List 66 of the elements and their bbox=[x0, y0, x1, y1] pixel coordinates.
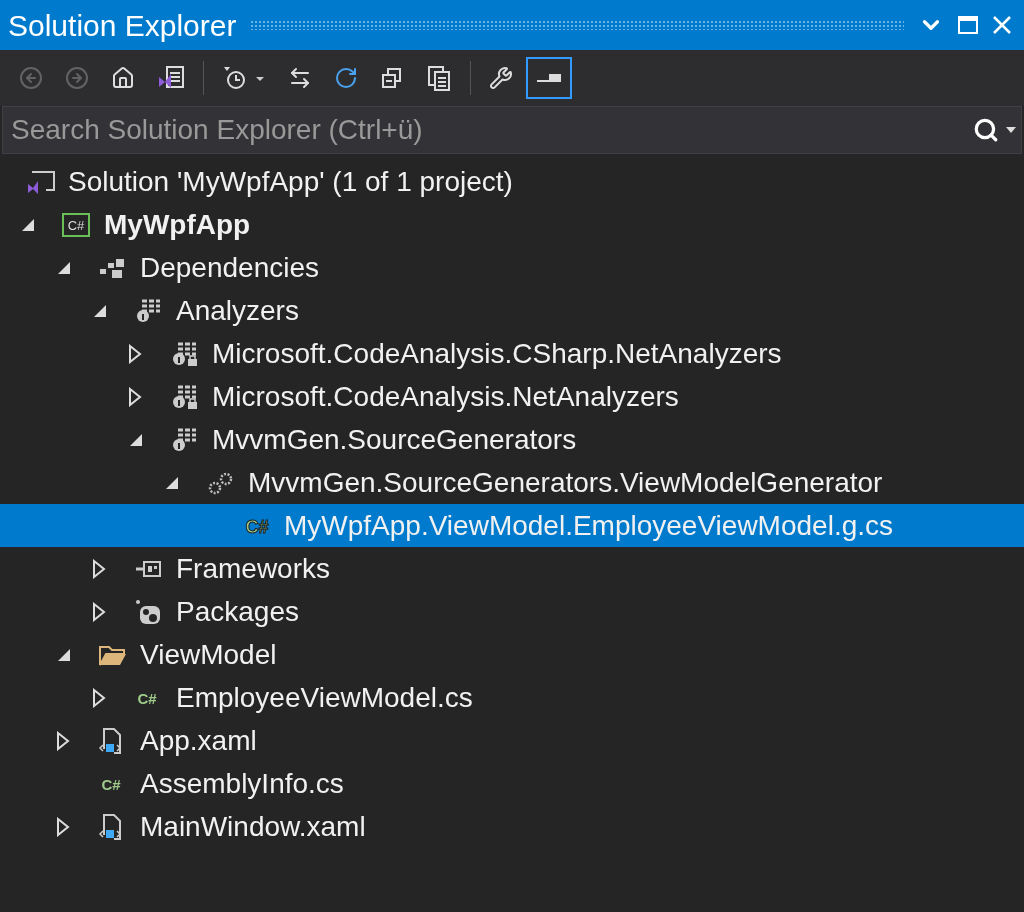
collapsed-arrow-icon[interactable] bbox=[92, 687, 106, 708]
tree-item[interactable]: Packages bbox=[0, 590, 1024, 633]
csharp-file-icon: C# bbox=[242, 513, 272, 538]
collapsed-arrow-icon[interactable] bbox=[56, 730, 70, 751]
tree-item-label: AssemblyInfo.cs bbox=[140, 766, 344, 801]
forward-icon bbox=[65, 66, 89, 90]
back-icon bbox=[19, 66, 43, 90]
tree-item-label: MvvmGen.SourceGenerators.ViewModelGenerator bbox=[248, 465, 883, 500]
tree-item-label: App.xaml bbox=[140, 723, 257, 758]
refresh-icon bbox=[334, 66, 358, 90]
tree-item[interactable]: MvvmGen.SourceGenerators.ViewModelGenerator bbox=[0, 461, 1024, 504]
toolbar-button[interactable] bbox=[526, 57, 572, 99]
tree-item[interactable]: C# AssemblyInfo.cs bbox=[0, 762, 1024, 805]
tree-item-label: Analyzers bbox=[176, 293, 299, 328]
tree-item[interactable]: MainWindow.xaml bbox=[0, 805, 1024, 848]
tree-item-label: Solution 'MyWpfApp' (1 of 1 project) bbox=[68, 164, 513, 199]
tree-item-label: Microsoft.CodeAnalysis.CSharp.NetAnalyzers bbox=[212, 336, 782, 371]
tree-item[interactable]: Microsoft.CodeAnalysis.CSharp.NetAnalyzers bbox=[0, 332, 1024, 375]
wrench-icon bbox=[489, 66, 513, 90]
tree-item-label: MvvmGen.SourceGenerators bbox=[212, 422, 577, 457]
caret-icon[interactable] bbox=[1005, 126, 1017, 134]
tree-item-label: Dependencies bbox=[140, 250, 320, 285]
tree-item[interactable]: Microsoft.CodeAnalysis.NetAnalyzers bbox=[0, 375, 1024, 418]
tree-item[interactable]: C# MyWpfApp.ViewModel.EmployeeViewModel.g.cs bbox=[0, 504, 1024, 547]
search-icon[interactable] bbox=[973, 117, 999, 143]
tree-item[interactable]: App.xaml bbox=[0, 719, 1024, 762]
window-title: Solution Explorer bbox=[8, 7, 237, 44]
collapsed-arrow-icon[interactable] bbox=[92, 558, 106, 579]
tree-item-label: EmployeeViewModel.cs bbox=[176, 680, 473, 715]
home-icon bbox=[111, 66, 135, 90]
tree-item[interactable]: C# EmployeeViewModel.cs bbox=[0, 676, 1024, 719]
clock-filter-icon bbox=[222, 65, 266, 91]
xaml-file-icon bbox=[98, 726, 124, 755]
collapse-all-icon bbox=[380, 66, 404, 90]
sync-icon bbox=[288, 66, 312, 90]
visual-studio-window-icon bbox=[157, 65, 185, 91]
tree-item-label: MainWindow.xaml bbox=[140, 809, 366, 844]
tree-item-label: Frameworks bbox=[176, 551, 330, 586]
collapsed-arrow-icon[interactable] bbox=[128, 343, 142, 364]
tree-item-label: ViewModel bbox=[140, 637, 277, 672]
analyzer-lock-icon bbox=[170, 340, 200, 367]
tree-item[interactable]: MvvmGen.SourceGenerators bbox=[0, 418, 1024, 461]
preview-icon bbox=[535, 71, 563, 85]
tree-item[interactable]: Frameworks bbox=[0, 547, 1024, 590]
csharp-file-icon: C# bbox=[98, 773, 124, 794]
tree-item-label: MyWpfApp bbox=[104, 207, 251, 242]
tree-item-label: Microsoft.CodeAnalysis.NetAnalyzers bbox=[212, 379, 679, 414]
close-icon[interactable] bbox=[992, 15, 1012, 35]
collapsed-arrow-icon[interactable] bbox=[92, 601, 106, 622]
tree-item-label: Packages bbox=[176, 594, 299, 629]
copy-files-icon bbox=[426, 64, 452, 92]
tree-item[interactable]: C# MyWpfApp bbox=[0, 203, 1024, 246]
collapsed-arrow-icon[interactable] bbox=[56, 816, 70, 837]
tree-item[interactable]: Solution 'MyWpfApp' (1 of 1 project) bbox=[0, 160, 1024, 203]
tree-item[interactable]: ViewModel bbox=[0, 633, 1024, 676]
analyzer-lock-icon bbox=[170, 383, 200, 410]
collapsed-arrow-icon[interactable] bbox=[128, 386, 142, 407]
tree-item-label: MyWpfApp.ViewModel.EmployeeViewModel.g.cs bbox=[284, 508, 893, 543]
csharp-project-icon: C# bbox=[62, 212, 90, 237]
xaml-file-icon bbox=[98, 812, 124, 841]
maximize-icon[interactable] bbox=[958, 16, 978, 34]
packages-icon bbox=[134, 597, 162, 626]
dependencies-icon bbox=[98, 256, 126, 279]
tree-item[interactable]: Analyzers bbox=[0, 289, 1024, 332]
tree-item[interactable]: Dependencies bbox=[0, 246, 1024, 289]
csharp-file-icon: C# bbox=[134, 687, 160, 708]
